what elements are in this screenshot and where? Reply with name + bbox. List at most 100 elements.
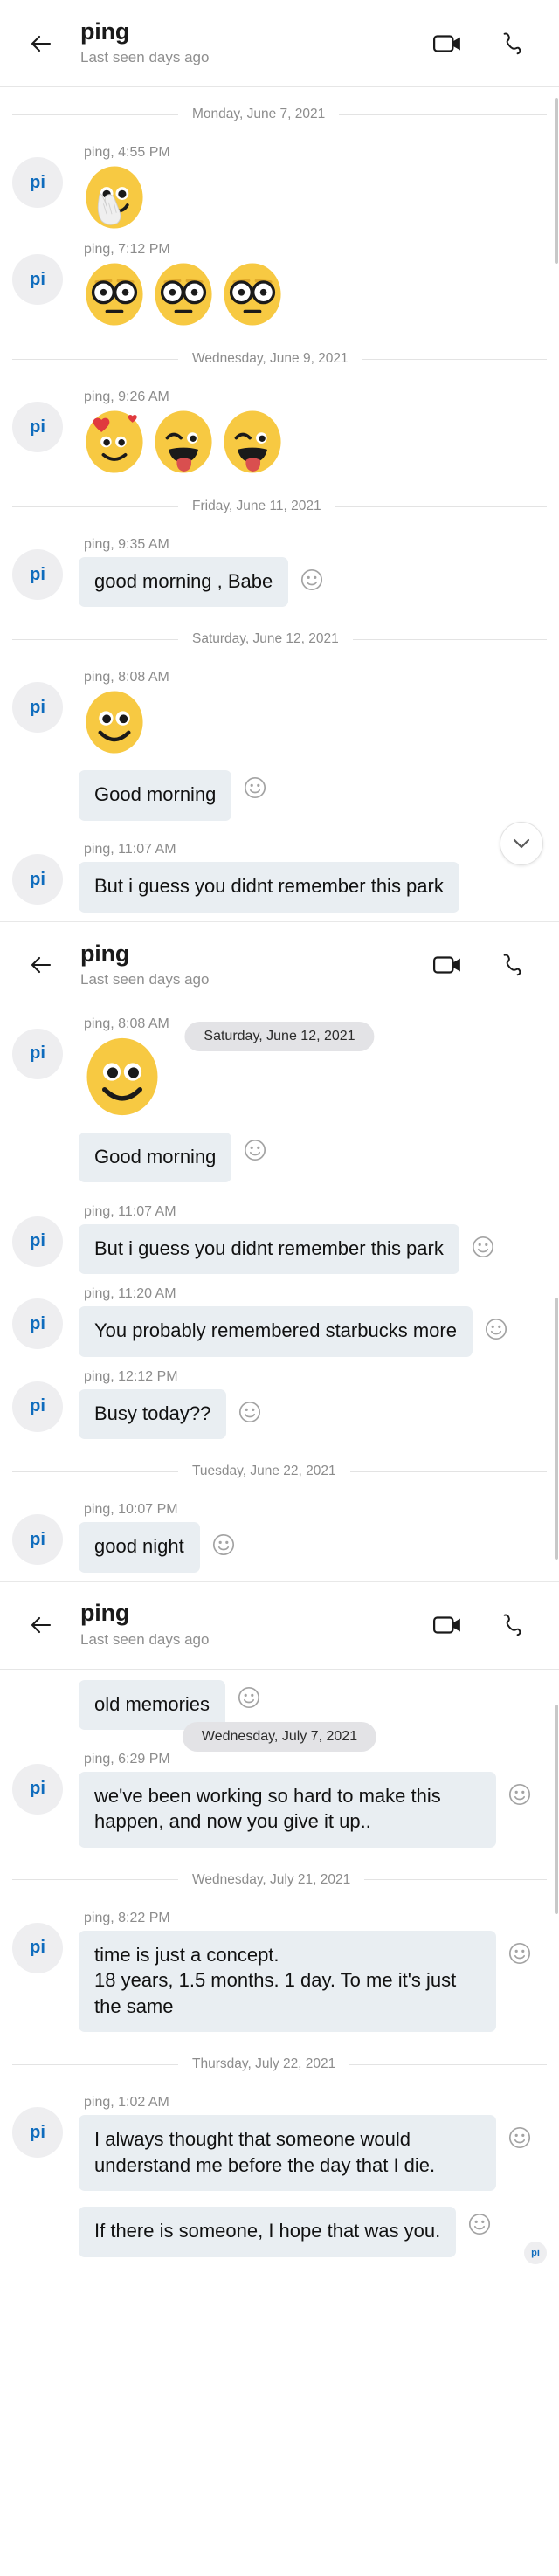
avatar[interactable]: pi — [12, 1298, 63, 1349]
winking-face-with-tongue-emoji — [220, 410, 285, 474]
avatar-spacer: pi — [12, 1689, 63, 1739]
audio-call-icon — [499, 30, 525, 58]
message-list[interactable]: piold memoriespiping, 6:29 PMwe've been … — [0, 1670, 559, 2275]
message-body: ping, 8:22 PMtime is just a concept. 18 … — [63, 1909, 549, 2032]
avatar[interactable]: pi — [12, 1381, 63, 1432]
avatar[interactable]: pi — [12, 1923, 63, 1973]
smiling-face-big-emoji — [82, 690, 147, 754]
divider-line-right — [364, 1879, 547, 1880]
add-reaction-button[interactable] — [472, 1236, 494, 1258]
avatar[interactable]: pi — [12, 854, 63, 905]
avatar-spacer: pi — [12, 779, 63, 830]
audio-call-button[interactable] — [494, 1608, 529, 1643]
date-divider-label: Wednesday, June 9, 2021 — [192, 351, 349, 367]
vertical-scrollbar[interactable] — [555, 98, 558, 264]
add-reaction-button[interactable] — [300, 568, 323, 591]
message-row: piping, 1:02 AMI always thought that som… — [0, 2088, 559, 2196]
bubble-line: I always thought that someone would unde… — [79, 2115, 549, 2191]
bubble-line: But i guess you didnt remember this park — [79, 862, 549, 912]
scroll-to-bottom-button[interactable] — [500, 822, 543, 865]
add-reaction-button[interactable] — [238, 1401, 261, 1423]
bubble-line: But i guess you didnt remember this park — [79, 1224, 549, 1274]
add-reaction-button[interactable] — [508, 1783, 531, 1806]
message-meta: ping, 8:08 AM — [79, 668, 549, 690]
audio-call-button[interactable] — [494, 26, 529, 61]
avatar[interactable]: pi — [12, 1764, 63, 1815]
message-bubble[interactable]: But i guess you didnt remember this park — [79, 862, 459, 912]
emoji-message[interactable] — [79, 165, 151, 230]
add-reaction-button[interactable] — [212, 1533, 235, 1556]
message-list[interactable]: piping, 8:08 AMpiGood morningpiping, 11:… — [0, 1009, 559, 1581]
message-bubble[interactable]: good night — [79, 1522, 200, 1572]
message-body: Good morning — [63, 1127, 549, 1182]
avatar[interactable]: pi — [12, 1029, 63, 1079]
message-body: ping, 8:08 AM — [63, 668, 549, 754]
emoji-message[interactable] — [79, 262, 290, 327]
add-reaction-button[interactable] — [468, 2213, 491, 2235]
message-bubble[interactable]: If there is someone, I hope that was you… — [79, 2207, 456, 2256]
divider-line-right — [349, 2064, 547, 2065]
message-row: piping, 7:12 PM — [0, 235, 559, 332]
message-bubble[interactable]: But i guess you didnt remember this park — [79, 1224, 459, 1274]
divider-line-right — [353, 639, 547, 640]
divider-line-right — [350, 1471, 547, 1472]
message-body: ping, 11:07 AMBut i guess you didnt reme… — [63, 1202, 549, 1274]
bubble-line: Good morning — [79, 1127, 549, 1182]
avatar[interactable]: pi — [12, 1514, 63, 1565]
avatar[interactable]: pi — [12, 254, 63, 305]
message-row: pi ping, 8:08 AM — [0, 663, 559, 760]
back-button[interactable] — [0, 31, 80, 57]
chat-header: ping Last seen days ago — [0, 0, 559, 87]
floating-date-pill: Saturday, June 12, 2021 — [184, 1022, 374, 1051]
add-reaction-button[interactable] — [485, 1318, 507, 1340]
bubble-line — [79, 690, 549, 754]
audio-call-button[interactable] — [494, 947, 529, 982]
message-bubble[interactable]: You probably remembered starbucks more — [79, 1306, 473, 1356]
message-row: piping, 11:07 AMBut i guess you didnt re… — [0, 1197, 559, 1279]
message-bubble[interactable]: good morning , Babe — [79, 557, 288, 607]
message-meta: ping, 9:35 AM — [79, 535, 549, 557]
add-reaction-button[interactable] — [238, 1686, 260, 1709]
message-bubble[interactable]: Good morning — [79, 1133, 231, 1182]
chat-panel: ping Last seen days ago piping, 8:08 AMp… — [0, 921, 559, 1581]
avatar[interactable]: pi — [12, 402, 63, 452]
video-call-button[interactable] — [430, 947, 465, 982]
message-meta: ping, 12:12 PM — [79, 1367, 549, 1389]
avatar[interactable]: pi — [12, 2107, 63, 2158]
header-actions — [430, 26, 529, 61]
message-row: piping, 10:07 PMgood night — [0, 1495, 559, 1577]
emoji-message[interactable] — [79, 690, 151, 754]
emoji-message[interactable] — [79, 1037, 168, 1117]
add-reaction-icon — [212, 1533, 235, 1556]
divider-line-left — [12, 359, 178, 360]
date-divider-label: Tuesday, June 22, 2021 — [192, 1464, 336, 1479]
avatar[interactable]: pi — [12, 1216, 63, 1267]
add-reaction-button[interactable] — [508, 1942, 531, 1965]
contact-name: ping — [80, 18, 430, 45]
add-reaction-icon — [485, 1318, 507, 1340]
audio-call-icon — [499, 951, 525, 979]
message-list[interactable]: Monday, June 7, 2021piping, 4:55 PMpipin… — [0, 87, 559, 921]
add-reaction-button[interactable] — [244, 1139, 266, 1161]
video-call-icon — [432, 31, 462, 57]
video-call-button[interactable] — [430, 26, 465, 61]
vertical-scrollbar[interactable] — [555, 1705, 558, 1914]
message-bubble[interactable]: time is just a concept. 18 years, 1.5 mo… — [79, 1931, 496, 2032]
message-bubble[interactable]: Good morning — [79, 770, 231, 820]
avatar[interactable]: pi — [12, 549, 63, 600]
message-bubble[interactable]: I always thought that someone would unde… — [79, 2115, 496, 2191]
add-reaction-button[interactable] — [508, 2126, 531, 2149]
vertical-scrollbar[interactable] — [555, 1298, 558, 1560]
emoji-message[interactable] — [79, 410, 290, 474]
back-button[interactable] — [0, 1612, 80, 1638]
avatar[interactable]: pi — [12, 157, 63, 208]
avatar[interactable]: pi — [12, 682, 63, 733]
message-bubble[interactable]: we've been working so hard to make this … — [79, 1772, 496, 1848]
date-divider-label: Friday, June 11, 2021 — [192, 499, 321, 514]
back-button[interactable] — [0, 952, 80, 978]
add-reaction-button[interactable] — [244, 776, 266, 799]
message-meta: ping, 6:29 PM — [79, 1750, 549, 1772]
video-call-button[interactable] — [430, 1608, 465, 1643]
message-row: piping, 11:20 AMYou probably remembered … — [0, 1279, 559, 1361]
message-bubble[interactable]: Busy today?? — [79, 1389, 226, 1439]
